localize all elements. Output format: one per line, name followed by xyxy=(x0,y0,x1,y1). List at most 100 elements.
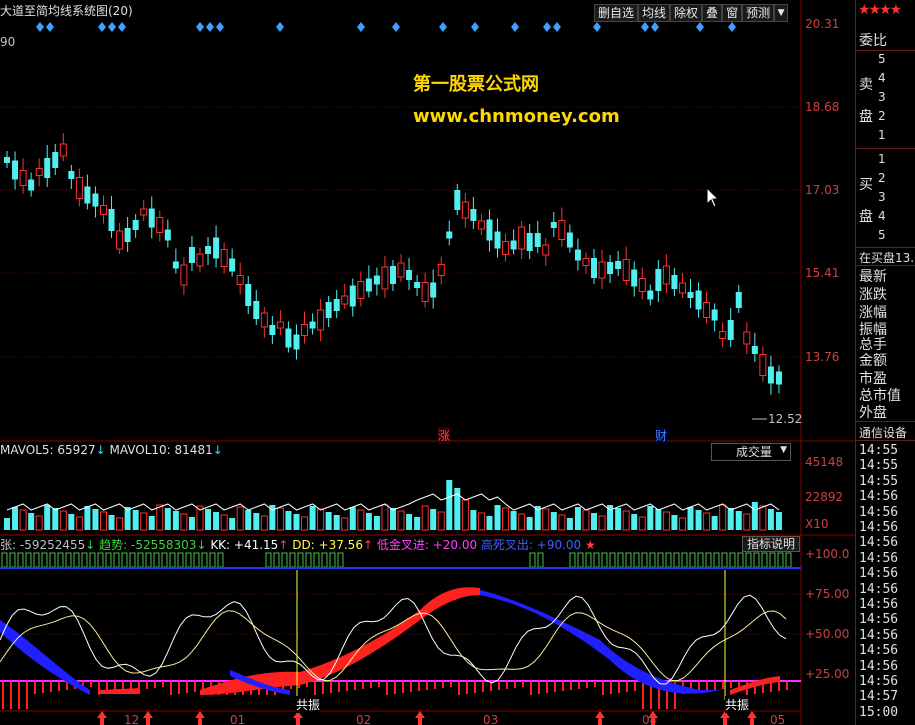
candle-body xyxy=(534,233,541,247)
green-signal-bar xyxy=(577,552,584,568)
date-tick: 12 xyxy=(124,713,140,725)
candle-body xyxy=(767,366,774,384)
volume-bar xyxy=(301,516,309,531)
candle-body xyxy=(99,205,107,215)
volume-bar xyxy=(156,504,164,531)
signal-diamond-icon xyxy=(439,22,447,32)
signal-diamond-icon xyxy=(553,22,561,32)
tick-time: 14:55 xyxy=(859,443,899,458)
green-signal-bar xyxy=(649,552,656,568)
candle-body xyxy=(591,258,598,278)
red-signal-bar xyxy=(26,681,28,709)
indicator-value-4: KK: +41.15 xyxy=(206,538,279,552)
buy-arrow-icon xyxy=(747,711,757,725)
volume-bar xyxy=(767,509,774,530)
green-signal-bar xyxy=(729,552,736,568)
volume-bar xyxy=(245,510,252,530)
candle-body xyxy=(414,282,421,288)
red-signal-bar xyxy=(370,681,372,688)
tick-time: 14:56 xyxy=(859,581,899,597)
volume-dropdown[interactable]: 成交量 ▼ xyxy=(711,443,792,461)
candle-body xyxy=(220,249,228,267)
volume-axis: 45148 22892 X10 xyxy=(801,441,855,535)
green-signal-bar xyxy=(265,552,272,568)
volume-bar xyxy=(477,512,485,531)
candle-body xyxy=(285,328,292,348)
candle-body xyxy=(566,232,573,248)
volume-unit: X10 xyxy=(805,517,829,531)
buy-arrow-icon xyxy=(595,711,605,725)
indicator-explain-button[interactable]: 指标说明 xyxy=(742,536,801,552)
signal-diamond-icon xyxy=(276,22,284,32)
volume-bar xyxy=(421,505,429,531)
candle-body xyxy=(607,262,614,274)
candle-body xyxy=(4,157,10,163)
buy-label-1: 买 xyxy=(859,177,873,193)
watermark-url: www.chnmoney.com xyxy=(413,106,620,127)
green-signal-bar xyxy=(329,552,336,568)
sell-label-1: 卖 xyxy=(859,77,873,93)
red-signal-bar xyxy=(602,681,604,695)
buy-arrow-icon xyxy=(293,711,303,725)
volume-bar xyxy=(446,480,453,530)
volume-bar xyxy=(365,513,372,530)
candle-body xyxy=(703,302,711,318)
green-signal-bar xyxy=(321,552,328,568)
candle-body xyxy=(180,264,188,286)
candle-body xyxy=(28,179,35,191)
industry-label[interactable]: 通信设备 xyxy=(859,424,907,441)
red-signal-bar xyxy=(378,681,380,687)
green-signal-bar xyxy=(609,552,616,568)
candle-body xyxy=(59,143,67,157)
candle-body xyxy=(574,249,581,261)
indicator-value-3: ↓ xyxy=(196,538,207,552)
green-signal-bar xyxy=(193,552,200,568)
green-signal-bar xyxy=(209,552,216,568)
limit-up-mark[interactable]: 涨 xyxy=(438,427,451,444)
candle-body xyxy=(357,281,365,299)
candle-body xyxy=(317,309,325,331)
candle-body xyxy=(116,230,124,250)
sell-level: 2 xyxy=(878,109,886,123)
volume-bar xyxy=(132,510,139,530)
tick-time: 14:56 xyxy=(859,566,899,582)
candle-body xyxy=(309,321,316,329)
buy-label-2: 盘 xyxy=(859,209,873,225)
volume-bar xyxy=(615,508,622,530)
red-signal-bar xyxy=(58,681,60,691)
green-signal-bar xyxy=(113,552,120,568)
signal-diamond-icon xyxy=(357,22,365,32)
indicator-axis: +100.0 +75.00 +50.00 +25.00 xyxy=(801,535,855,715)
tick-time: 14:56 xyxy=(859,612,899,628)
trend-ribbon-red xyxy=(100,587,780,695)
red-signal-bar xyxy=(594,681,596,687)
green-signal-bar xyxy=(137,552,144,568)
green-signal-bar xyxy=(145,552,152,568)
volume-bar xyxy=(775,512,782,530)
red-signal-bar xyxy=(10,681,12,709)
buy-level: 4 xyxy=(878,209,886,223)
candle-body xyxy=(655,269,662,291)
green-signal-bar xyxy=(569,552,576,568)
red-signal-bar xyxy=(346,681,348,691)
finance-mark[interactable]: 财 xyxy=(655,427,668,444)
indicator-value-7: ↑ xyxy=(362,538,374,552)
candle-body xyxy=(743,331,751,345)
red-signal-bar xyxy=(418,681,420,691)
watermark-title: 第一股票公式网 xyxy=(413,74,539,95)
divider xyxy=(856,421,915,422)
volume-bar xyxy=(357,509,365,531)
price-tick: 20.31 xyxy=(805,17,840,31)
indicator-header: 张: -59252455↓ 趋势: -52558303↓ KK: +41.15↑… xyxy=(0,536,596,552)
green-signal-bar xyxy=(49,552,56,568)
red-signal-bar xyxy=(410,681,412,692)
date-tick: 03 xyxy=(483,713,499,725)
candle-body xyxy=(598,261,606,279)
volume-bar xyxy=(695,510,702,530)
green-signal-bar xyxy=(785,552,792,568)
candle-body xyxy=(727,320,734,340)
field-outer-volume: 外盘 xyxy=(859,405,887,421)
candle-body xyxy=(454,190,461,210)
green-signal-bar xyxy=(665,552,672,568)
volume-bar xyxy=(430,509,437,530)
